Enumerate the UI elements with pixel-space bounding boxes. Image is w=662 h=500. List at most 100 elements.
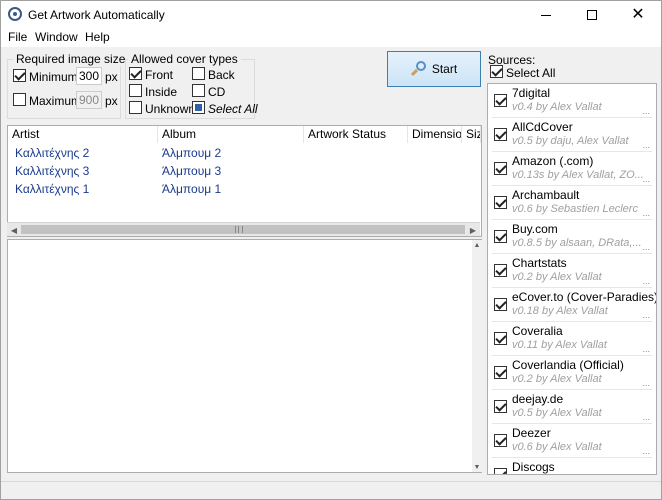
source-item-buy-com[interactable]: Buy.com v0.8.5 by alsaan, DRata,... ...	[492, 220, 652, 254]
column-header-size[interactable]: Size	[462, 126, 481, 143]
source-checkbox[interactable]	[494, 332, 507, 345]
source-item-deezer[interactable]: Deezer v0.6 by Alex Vallat ...	[492, 424, 652, 458]
back-checkbox[interactable]	[192, 67, 205, 80]
source-checkbox[interactable]	[494, 366, 507, 379]
source-options-icon[interactable]: ...	[642, 378, 650, 388]
scroll-up-icon[interactable]: ▲	[472, 240, 482, 250]
source-item-coveralia[interactable]: Coveralia v0.11 by Alex Vallat ...	[492, 322, 652, 356]
source-version: v0.2 by Alex Vallat	[512, 271, 602, 283]
cd-checkbox[interactable]	[192, 84, 205, 97]
source-version: v0.18 by Alex Vallat	[512, 305, 608, 317]
source-item-coverlandia[interactable]: Coverlandia (Official) v0.2 by Alex Vall…	[492, 356, 652, 390]
source-options-icon[interactable]: ...	[642, 242, 650, 252]
minimum-size-input[interactable]: 300	[76, 67, 102, 85]
source-checkbox[interactable]	[494, 434, 507, 447]
scroll-right-icon[interactable]: ▶	[466, 223, 480, 237]
maximum-size-input[interactable]: 900	[76, 91, 102, 109]
album-cell: Άλμπουμ 1	[162, 182, 222, 196]
column-header-dimensions[interactable]: Dimensions	[408, 126, 462, 143]
source-checkbox[interactable]	[494, 230, 507, 243]
back-label: Back	[208, 68, 235, 82]
source-options-icon[interactable]: ...	[642, 344, 650, 354]
close-button[interactable]: ✕	[615, 1, 661, 29]
inside-label: Inside	[145, 85, 178, 99]
source-name: Coveralia	[512, 324, 563, 338]
source-name: 7digital	[512, 86, 551, 100]
column-header-album[interactable]: Album	[158, 126, 304, 143]
sources-select-all-checkbox[interactable]	[490, 65, 503, 78]
source-checkbox[interactable]	[494, 264, 507, 277]
source-options-icon[interactable]: ...	[642, 106, 650, 116]
log-vertical-scrollbar[interactable]: ▲ ▼	[472, 240, 482, 472]
source-item-amazon[interactable]: Amazon (.com) v0.13s by Alex Vallat, ZO.…	[492, 152, 652, 186]
maximum-size-checkbox[interactable]	[13, 93, 26, 106]
source-version: v0.6 by Alex Vallat	[512, 441, 602, 453]
source-item-allcdcover[interactable]: AllCdCover v0.5 by daju, Alex Vallat ...	[492, 118, 652, 152]
source-checkbox[interactable]	[494, 94, 507, 107]
source-options-icon[interactable]: ...	[642, 174, 650, 184]
table-row[interactable]: Καλλιτέχνης 1 Άλμπουμ 1	[8, 180, 481, 198]
results-list[interactable]: Artist Album Artwork Status Dimensions S…	[7, 125, 482, 237]
front-label: Front	[145, 68, 174, 82]
source-checkbox[interactable]	[494, 196, 507, 209]
minimize-button[interactable]	[523, 1, 569, 29]
start-button[interactable]: Start	[387, 51, 481, 87]
album-cell: Άλμπουμ 2	[162, 146, 222, 160]
title-bar: Get Artwork Automatically ✕	[1, 1, 661, 29]
log-panel[interactable]: ▲ ▼	[7, 239, 482, 473]
source-item-chartstats[interactable]: Chartstats v0.2 by Alex Vallat ...	[492, 254, 652, 288]
source-version: v0.4 by Alex Vallat	[512, 101, 602, 113]
column-header-artist[interactable]: Artist	[8, 126, 158, 143]
close-icon: ✕	[631, 6, 645, 23]
image-size-group	[7, 59, 121, 119]
source-item-7digital[interactable]: 7digital v0.4 by Alex Vallat ...	[492, 84, 652, 118]
source-checkbox[interactable]	[494, 298, 507, 311]
source-name: Discogs	[512, 460, 555, 474]
minimum-size-checkbox[interactable]	[13, 69, 26, 82]
results-horizontal-scrollbar[interactable]: ◀ ▶	[7, 222, 480, 236]
menu-bar: File Window Help	[1, 29, 661, 47]
source-item-archambault[interactable]: Archambault v0.6 by Sebastien Leclerc ..…	[492, 186, 652, 220]
image-size-group-title: Required image size	[13, 52, 129, 66]
source-version: v0.13s by Alex Vallat, ZO...	[512, 169, 644, 181]
source-options-icon[interactable]: ...	[642, 208, 650, 218]
source-checkbox[interactable]	[494, 400, 507, 413]
source-options-icon[interactable]: ...	[642, 446, 650, 456]
scroll-down-icon[interactable]: ▼	[472, 462, 482, 472]
menu-help[interactable]: Help	[83, 30, 112, 44]
minimize-icon	[541, 14, 551, 16]
menu-file[interactable]: File	[6, 30, 29, 44]
inside-checkbox[interactable]	[129, 84, 142, 97]
table-row[interactable]: Καλλιτέχνης 2 Άλμπουμ 2	[8, 144, 481, 162]
maximize-button[interactable]	[569, 1, 615, 29]
front-checkbox[interactable]	[129, 67, 142, 80]
source-name: eCover.to (Cover-Paradies)	[512, 290, 657, 304]
source-version: v0.6 by Sebastien Leclerc	[512, 203, 638, 215]
artist-cell: Καλλιτέχνης 3	[15, 164, 90, 178]
source-checkbox[interactable]	[494, 128, 507, 141]
source-name: Deezer	[512, 426, 551, 440]
source-item-deejay[interactable]: deejay.de v0.5 by Alex Vallat ...	[492, 390, 652, 424]
select-all-cover-types-checkbox[interactable]	[192, 101, 205, 114]
source-checkbox[interactable]	[494, 162, 507, 175]
status-bar	[1, 481, 661, 499]
column-header-artwork-status[interactable]: Artwork Status	[304, 126, 408, 143]
source-checkbox[interactable]	[494, 468, 507, 474]
scrollbar-thumb[interactable]	[21, 225, 465, 234]
source-options-icon[interactable]: ...	[642, 412, 650, 422]
minimum-unit: px	[105, 70, 118, 84]
menu-window[interactable]: Window	[33, 30, 80, 44]
source-options-icon[interactable]: ...	[642, 310, 650, 320]
scroll-left-icon[interactable]: ◀	[7, 223, 21, 237]
source-version: v0.11 by Alex Vallat	[512, 339, 607, 351]
source-version: v0.5 by daju, Alex Vallat	[512, 135, 629, 147]
table-row[interactable]: Καλλιτέχνης 3 Άλμπουμ 3	[8, 162, 481, 180]
source-version: v0.5 by Alex Vallat	[512, 407, 602, 419]
source-item-ecover[interactable]: eCover.to (Cover-Paradies) v0.18 by Alex…	[492, 288, 656, 322]
source-options-icon[interactable]: ...	[642, 276, 650, 286]
unknown-checkbox[interactable]	[129, 101, 142, 114]
source-item-discogs[interactable]: Discogs	[492, 458, 652, 474]
source-options-icon[interactable]: ...	[642, 140, 650, 150]
sources-list[interactable]: 7digital v0.4 by Alex Vallat ... AllCdCo…	[487, 83, 657, 475]
source-name: Amazon (.com)	[512, 154, 594, 168]
